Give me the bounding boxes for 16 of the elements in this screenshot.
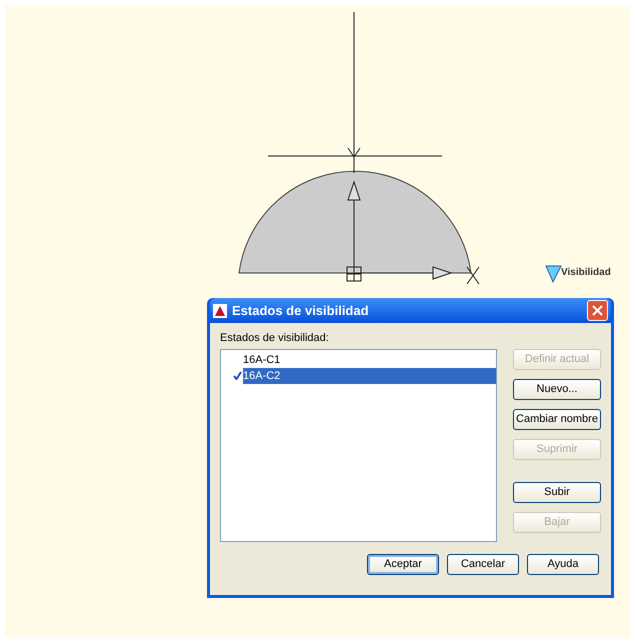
close-button[interactable] [587, 300, 608, 321]
state-item[interactable]: 16A-C2 [243, 368, 496, 384]
grip-label: Visibilidad [561, 266, 611, 280]
close-icon [592, 305, 603, 316]
dialog-button[interactable]: Ayuda [527, 554, 599, 574]
side-button[interactable]: Nuevo... [513, 378, 601, 400]
states-list[interactable]: 16A-C1 16A-C2 [220, 348, 497, 542]
app-logo-icon [213, 304, 227, 318]
dialog-button[interactable]: Aceptar [367, 554, 439, 574]
window-title: Estados de visibilidad [232, 302, 370, 320]
list-label: Estados de visibilidad: [220, 331, 330, 346]
side-button[interactable]: Cambiar nombre [513, 408, 601, 430]
state-item[interactable]: 16A-C1 [243, 352, 496, 368]
dialog-button[interactable]: Cancelar [447, 554, 519, 574]
side-button[interactable]: Subir [513, 482, 601, 502]
triangle-grip-icon[interactable] [545, 266, 562, 284]
